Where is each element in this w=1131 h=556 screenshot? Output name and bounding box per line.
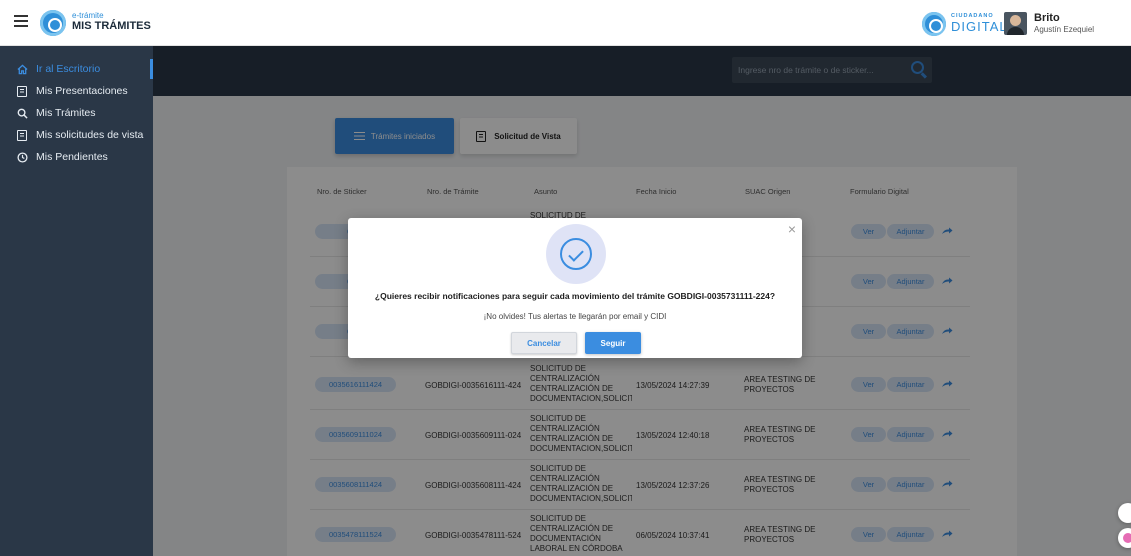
clock-icon xyxy=(16,151,28,163)
search-icon xyxy=(16,107,28,119)
brand-title: MIS TRÁMITES xyxy=(72,20,151,32)
sidebar-item-label: Mis Pendientes xyxy=(36,151,108,163)
sidebar-item-label: Mis Presentaciones xyxy=(36,85,128,97)
sidebar-item-label: Ir al Escritorio xyxy=(36,63,101,75)
ciudadano-digital-text: CIUDADANO DIGITAL xyxy=(951,13,1008,34)
top-bar: e-trámite MIS TRÁMITES CIUDADANO DIGITAL… xyxy=(0,0,1131,46)
avatar[interactable] xyxy=(1004,12,1027,35)
etramite-logo[interactable] xyxy=(40,10,66,36)
user-name: Brito xyxy=(1034,12,1060,24)
sidebar-item-tramites[interactable]: Mis Trámites xyxy=(0,103,153,123)
sidebar-item-presentaciones[interactable]: Mis Presentaciones xyxy=(0,81,153,101)
sidebar-item-solicitudes-vista[interactable]: Mis solicitudes de vista xyxy=(0,125,153,145)
document-icon xyxy=(16,85,28,97)
brand[interactable]: e-trámite MIS TRÁMITES xyxy=(72,12,151,32)
chat-widget-icon[interactable] xyxy=(1118,528,1131,548)
sidebar-item-pendientes[interactable]: Mis Pendientes xyxy=(0,147,153,167)
document-icon xyxy=(16,129,28,141)
home-icon xyxy=(16,63,28,75)
brand-small: e-trámite xyxy=(72,11,104,20)
ciudadano-digital-logo xyxy=(922,12,946,36)
follow-button[interactable]: Seguir xyxy=(585,332,641,354)
cancel-button[interactable]: Cancelar xyxy=(511,332,577,354)
sidebar-item-label: Mis Trámites xyxy=(36,107,96,119)
check-circle-icon xyxy=(546,224,606,284)
sidebar-item-escritorio[interactable]: Ir al Escritorio xyxy=(0,59,153,79)
close-icon[interactable]: × xyxy=(786,222,798,236)
menu-icon[interactable] xyxy=(14,15,28,27)
sidebar-item-label: Mis solicitudes de vista xyxy=(36,129,144,141)
cd-big: DIGITAL xyxy=(951,18,1008,34)
accessibility-widget-icon[interactable] xyxy=(1118,503,1131,523)
modal-question: ¿Quieres recibir notificaciones para seg… xyxy=(374,291,776,301)
user-fullname: Agustín Ezequiel xyxy=(1034,24,1095,34)
user-info[interactable]: Brito Agustín Ezequiel xyxy=(1034,12,1094,34)
modal-note: ¡No olvides! Tus alertas te llegarán por… xyxy=(483,312,667,321)
